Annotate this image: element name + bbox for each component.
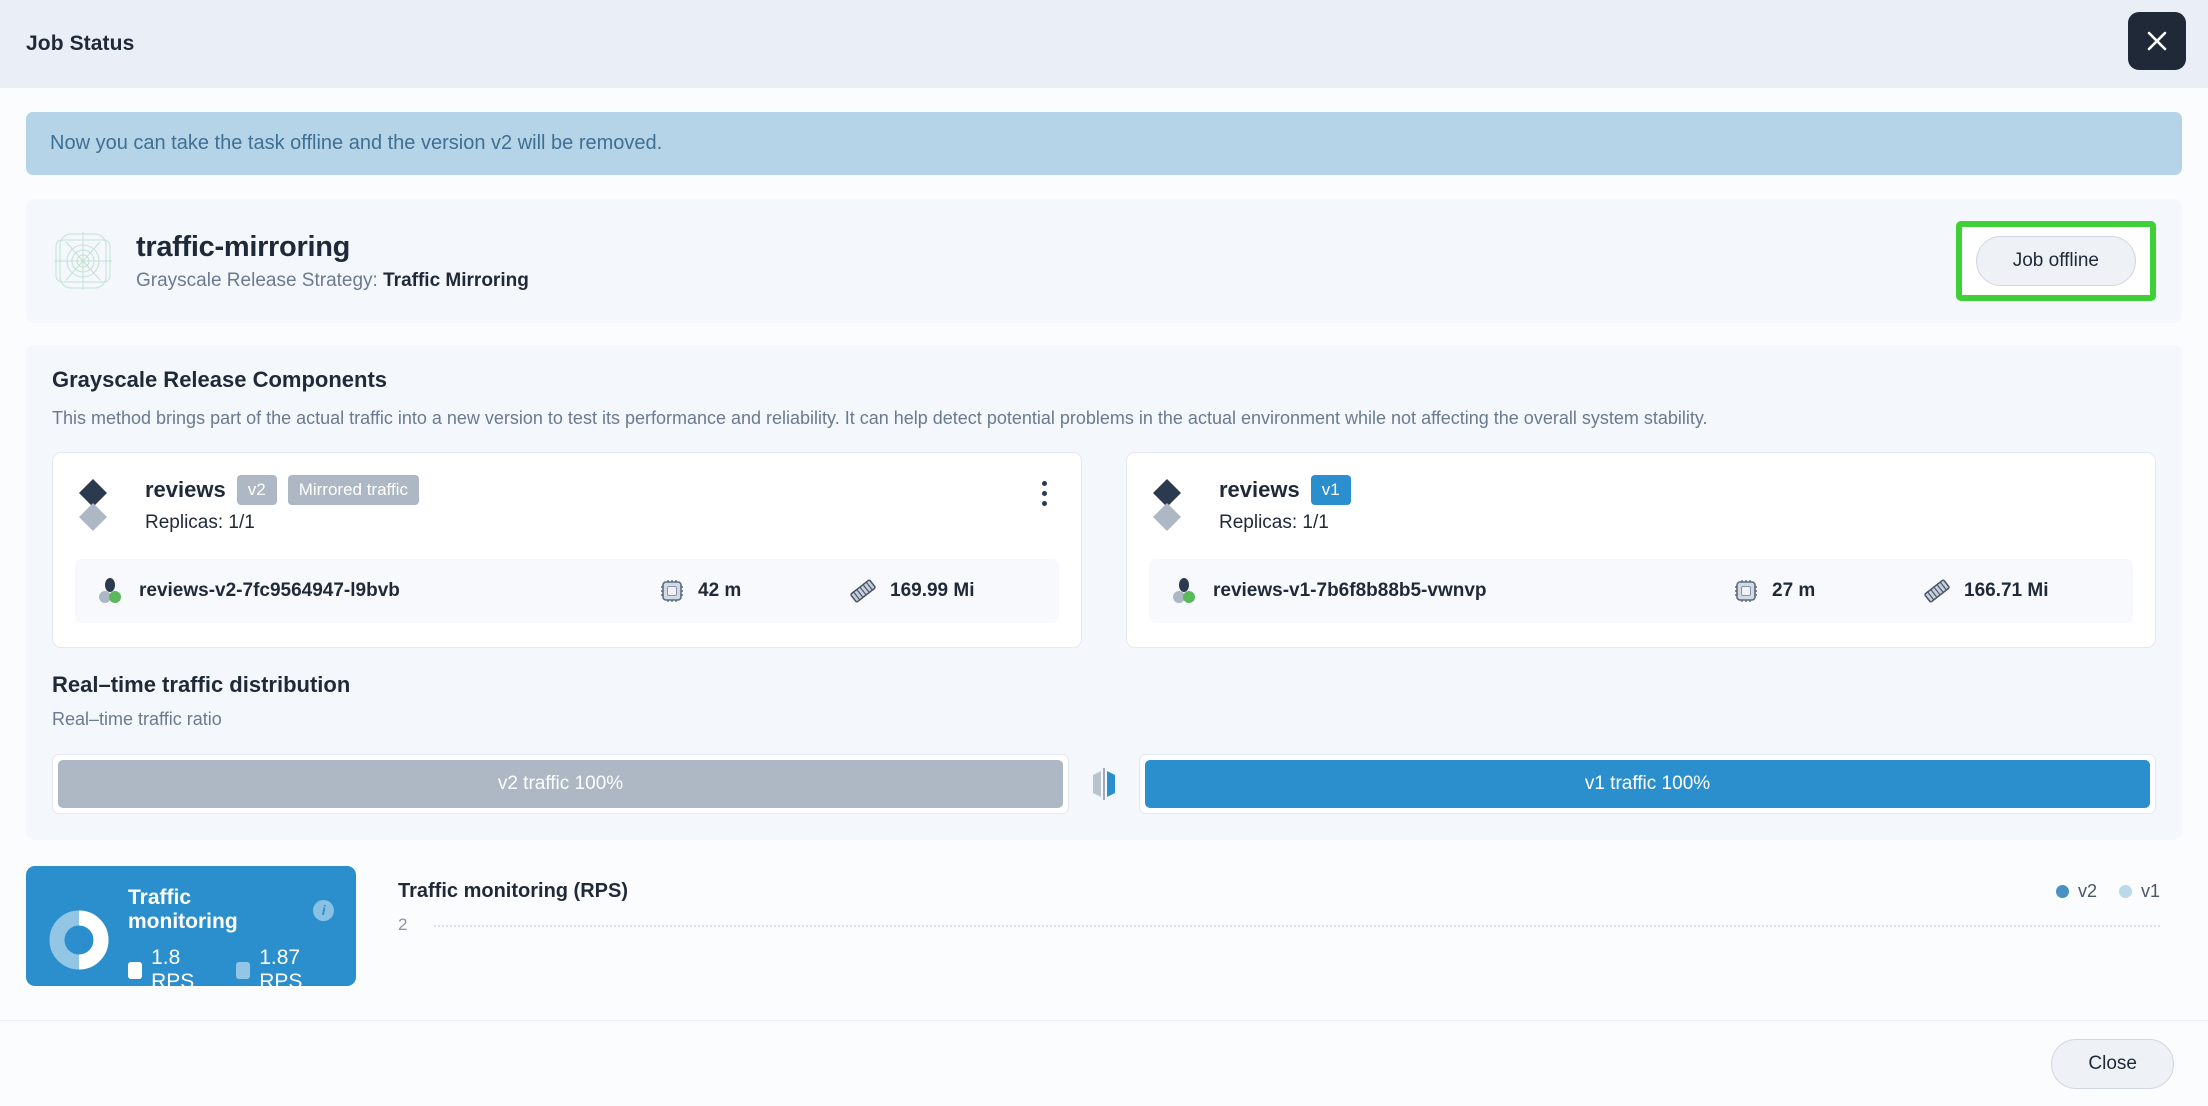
monitoring-legend: 1.8 RPS 1.87 RPS	[128, 946, 334, 994]
job-status-modal: Job Status Now you can take the task off…	[0, 0, 2208, 1106]
cpu-icon	[661, 580, 683, 603]
chart-gridline	[434, 925, 2160, 928]
replicas-text: Replicas: 1/1	[1219, 511, 1329, 533]
traffic-monitoring-chart: Traffic monitoring (RPS) v2 v1 2	[376, 866, 2182, 987]
cpu-metric: 27 m	[1733, 578, 1923, 604]
info-icon[interactable]: i	[313, 899, 334, 921]
close-button[interactable]: Close	[2051, 1038, 2174, 1089]
pod-row[interactable]: reviews-v2-7fc9564947-l9bvb 42 m 169.99 …	[75, 559, 1059, 624]
pod-row[interactable]: reviews-v1-7b6f8b88b5-vwnvp 27 m 166.71 …	[1149, 559, 2133, 624]
close-icon	[2147, 31, 2167, 51]
legend-swatch-v1	[236, 961, 251, 979]
chart-legend-item-v2[interactable]: v2	[2055, 881, 2097, 902]
memory-value: 166.71 Mi	[1964, 580, 2049, 602]
deployment-icon	[1153, 479, 1181, 532]
traffic-split-icon	[1093, 768, 1115, 801]
traffic-monitoring-card[interactable]: Traffic monitoring i 1.8 RPS 1.87 RPS	[26, 866, 356, 993]
traffic-monitoring-inner: Traffic monitoring i 1.8 RPS 1.87 RPS	[48, 886, 334, 994]
traffic-bars-row: v2 traffic 100% v1 traffic 100%	[52, 754, 2156, 815]
donut-chart-icon	[49, 910, 109, 970]
components-description: This method brings part of the actual tr…	[52, 408, 1708, 428]
component-name: reviews	[1219, 476, 1300, 502]
version-badge: v1	[1310, 475, 1351, 505]
chart-y-tick: 2	[398, 915, 408, 935]
monitoring-legend-value-v1: 1.87 RPS	[259, 946, 303, 994]
component-name-row: reviews v1	[1219, 475, 2133, 505]
monitoring-card-title: Traffic monitoring	[128, 886, 238, 934]
grayscale-release-components-section: Grayscale Release Components This method…	[26, 345, 2182, 841]
component-name-row: reviews v2 Mirrored traffic	[145, 475, 1059, 505]
job-strategy-value: Traffic Mirroring	[383, 269, 529, 291]
job-offline-highlight: Job offline	[1955, 221, 2156, 301]
pod-icon	[99, 578, 121, 604]
monitoring-text-block: Traffic monitoring i 1.8 RPS 1.87 RPS	[128, 886, 334, 994]
close-icon-button[interactable]	[2128, 12, 2186, 70]
chart-legend-label-v2: v2	[2077, 881, 2097, 902]
monitoring-legend-value-v2: 1.8 RPS	[151, 946, 195, 994]
component-card-v2[interactable]: reviews v2 Mirrored traffic Replicas: 1/…	[52, 452, 1082, 649]
component-info: reviews v1 Replicas: 1/1	[1219, 475, 2133, 533]
memory-icon	[850, 579, 876, 603]
page-title: Job Status	[26, 32, 135, 55]
traffic-mirroring-logo-icon	[54, 232, 112, 290]
component-header: reviews v1 Replicas: 1/1	[1149, 475, 2133, 537]
chart-legend-label-v1: v1	[2140, 881, 2160, 902]
component-info: reviews v2 Mirrored traffic Replicas: 1/…	[145, 475, 1059, 533]
pod-name: reviews-v1-7b6f8b88b5-vwnvp	[1213, 580, 1487, 602]
memory-metric: 169.99 Mi	[849, 578, 1039, 604]
modal-body: Now you can take the task offline and th…	[0, 88, 2208, 1020]
mirrored-traffic-badge: Mirrored traffic	[287, 475, 419, 505]
traffic-distribution-subtitle: Real–time traffic ratio	[52, 709, 222, 730]
version-badge: v2	[236, 475, 277, 505]
chart-legend-item-v1[interactable]: v1	[2118, 881, 2160, 902]
job-summary-card: traffic-mirroring Grayscale Release Stra…	[26, 199, 2182, 323]
chart-legend-dot-v2	[2055, 885, 2069, 899]
info-banner: Now you can take the task offline and th…	[26, 112, 2182, 175]
cpu-value: 42 m	[698, 580, 742, 602]
v1-traffic-bar: v1 traffic 100%	[1145, 760, 2150, 809]
cpu-value: 27 m	[1772, 580, 1816, 602]
chart-legend-dot-v1	[2118, 885, 2132, 899]
job-strategy: Grayscale Release Strategy: Traffic Mirr…	[136, 270, 1956, 292]
job-strategy-label: Grayscale Release Strategy:	[136, 269, 378, 291]
traffic-split-icon-wrap	[1069, 767, 1139, 801]
components-title: Grayscale Release Components	[52, 367, 388, 392]
cpu-icon	[1735, 580, 1757, 603]
job-offline-button[interactable]: Job offline	[1975, 236, 2136, 286]
component-name: reviews	[145, 476, 226, 502]
deployment-icon	[79, 479, 107, 532]
modal-footer: Close	[0, 1020, 2208, 1106]
replicas-text: Replicas: 1/1	[145, 511, 255, 533]
component-card-v1[interactable]: reviews v1 Replicas: 1/1 reviews-v1-7b6f…	[1126, 452, 2156, 649]
memory-metric: 166.71 Mi	[1923, 578, 2113, 604]
chart-title: Traffic monitoring (RPS)	[398, 880, 628, 903]
modal-header: Job Status	[0, 0, 2208, 88]
monitoring-legend-item-v1: 1.87 RPS	[236, 946, 334, 994]
memory-icon	[1924, 579, 1950, 603]
info-banner-text: Now you can take the task offline and th…	[50, 132, 663, 154]
v2-traffic-bar-shell: v2 traffic 100%	[52, 754, 1069, 815]
memory-value: 169.99 Mi	[890, 580, 975, 602]
chart-legend: v2 v1	[2055, 881, 2160, 902]
pod-name: reviews-v2-7fc9564947-l9bvb	[139, 580, 400, 602]
monitoring-card-title-row: Traffic monitoring i	[128, 886, 334, 934]
chart-plot-area: 2	[398, 915, 2160, 985]
kebab-menu-icon[interactable]	[1031, 481, 1057, 507]
job-name: traffic-mirroring	[136, 230, 351, 263]
pod-icon	[1173, 578, 1195, 604]
component-cards-row: reviews v2 Mirrored traffic Replicas: 1/…	[52, 452, 2156, 649]
monitoring-row: Traffic monitoring i 1.8 RPS 1.87 RPS Tr…	[26, 866, 2182, 993]
cpu-metric: 42 m	[659, 578, 849, 604]
v1-traffic-bar-shell: v1 traffic 100%	[1139, 754, 2156, 815]
v2-traffic-bar: v2 traffic 100%	[58, 760, 1063, 809]
traffic-distribution-title: Real–time traffic distribution	[52, 672, 351, 698]
component-header: reviews v2 Mirrored traffic Replicas: 1/…	[75, 475, 1059, 537]
legend-swatch-v2	[128, 961, 143, 979]
chart-header: Traffic monitoring (RPS) v2 v1	[398, 880, 2160, 903]
monitoring-legend-item-v2: 1.8 RPS	[128, 946, 216, 994]
